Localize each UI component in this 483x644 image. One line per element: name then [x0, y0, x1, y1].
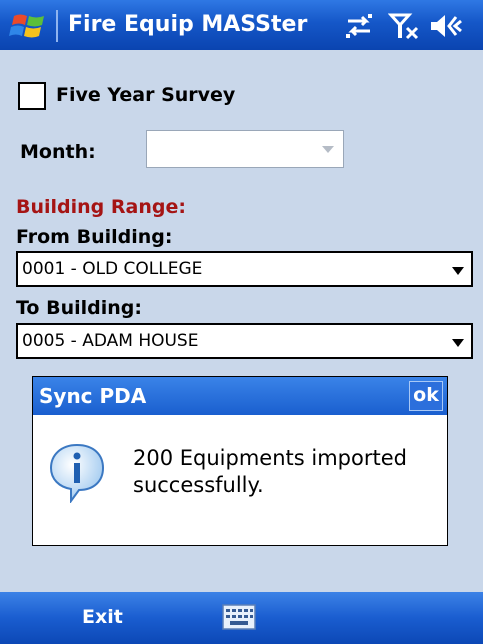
connectivity-icon[interactable] — [342, 10, 376, 42]
dialog-title: Sync PDA — [39, 384, 147, 408]
to-building-dropdown[interactable]: 0005 - ADAM HOUSE — [16, 323, 473, 359]
month-label: Month: — [20, 141, 96, 163]
from-building-value: 0001 - OLD COLLEGE — [22, 259, 203, 279]
volume-icon[interactable] — [428, 10, 464, 42]
dropdown-arrow-icon[interactable] — [452, 267, 464, 275]
menu-bar: Exit — [0, 592, 483, 644]
chevron-down-icon[interactable] — [322, 146, 334, 153]
month-dropdown[interactable] — [146, 130, 344, 168]
ok-button[interactable]: ok — [409, 381, 443, 411]
dialog-header: Sync PDA ok — [33, 377, 447, 415]
from-building-dropdown[interactable]: 0001 - OLD COLLEGE — [16, 251, 473, 287]
dialog-message: 200 Equipments imported successfully. — [133, 446, 407, 497]
app-title: Fire Equip MASSter — [68, 12, 308, 37]
building-range-heading: Building Range: — [16, 196, 186, 218]
windows-start-icon[interactable] — [8, 12, 50, 42]
signal-off-icon[interactable] — [388, 10, 422, 42]
five-year-survey-label[interactable]: Five Year Survey — [56, 84, 235, 106]
info-icon — [49, 443, 105, 503]
keyboard-icon[interactable] — [222, 604, 256, 630]
dropdown-arrow-icon[interactable] — [452, 339, 464, 347]
from-building-label: From Building: — [16, 226, 173, 248]
five-year-survey-checkbox[interactable] — [18, 82, 46, 110]
title-bar: Fire Equip MASSter — [0, 0, 483, 50]
to-building-value: 0005 - ADAM HOUSE — [22, 331, 199, 351]
to-building-label: To Building: — [16, 297, 142, 319]
exit-softkey[interactable]: Exit — [82, 606, 123, 628]
sync-dialog: Sync PDA ok 200 Equipments imported succ… — [32, 376, 448, 546]
title-separator — [56, 10, 58, 42]
